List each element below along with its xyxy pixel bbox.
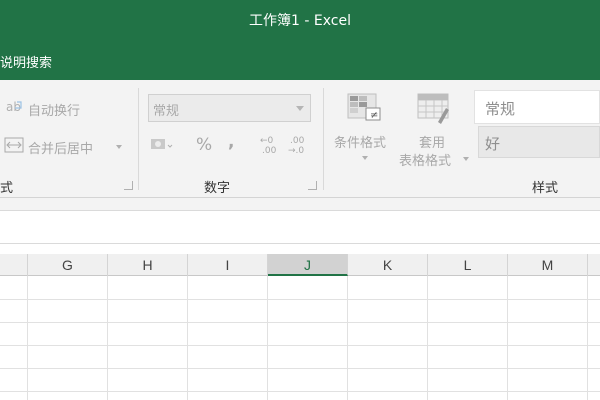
accounting-format-icon[interactable]: [150, 136, 174, 154]
increase-decimal-button[interactable]: ←0 .00: [260, 136, 284, 158]
column-header-l[interactable]: L: [428, 254, 508, 276]
alignment-group-label: 式: [0, 181, 14, 196]
style-good-label: 好: [485, 135, 501, 153]
style-normal-label: 常规: [485, 100, 516, 118]
format-as-table-line1[interactable]: 套用: [419, 132, 445, 151]
grid-row-line: [0, 322, 600, 323]
number-format-value: 常规: [153, 104, 180, 119]
grid-column-line: [27, 276, 28, 400]
group-divider: [323, 88, 324, 190]
column-header-blank[interactable]: [0, 254, 28, 276]
column-header-m[interactable]: M: [508, 254, 588, 276]
cell-grid[interactable]: [0, 276, 600, 400]
format-as-table-icon: [416, 92, 452, 126]
grid-column-line: [427, 276, 428, 400]
wrap-text-icon: ab: [5, 98, 23, 114]
style-good-cell[interactable]: 好: [478, 126, 600, 158]
chevron-down-icon: [296, 106, 304, 111]
decrease-decimal-top: .00: [290, 136, 305, 146]
conditional-formatting-button[interactable]: 条件格式: [334, 132, 386, 151]
conditional-formatting-icon: ≠: [346, 92, 382, 124]
grid-column-line: [267, 276, 268, 400]
increase-decimal-top: ←0: [260, 136, 274, 146]
alignment-launcher-icon[interactable]: [124, 181, 133, 190]
grid-column-line: [107, 276, 108, 400]
svg-text:≠: ≠: [370, 110, 378, 121]
grid-row-line: [0, 391, 600, 392]
decrease-decimal-bottom: →.0: [288, 146, 305, 156]
ribbon-gap: [0, 198, 600, 210]
column-header-row: GHIJKLM: [0, 254, 600, 276]
number-group-label: 数字: [204, 181, 231, 196]
chevron-down-icon: [362, 156, 368, 160]
window-title: 工作簿1 - Excel: [249, 13, 351, 29]
grid-row-line: [0, 345, 600, 346]
tell-me-search[interactable]: 说明搜索: [0, 52, 52, 71]
grid-row-line: [0, 368, 600, 369]
grid-row-line: [0, 299, 600, 300]
merge-center-icon: [4, 137, 24, 153]
column-header-h[interactable]: H: [108, 254, 188, 276]
tell-me-bar: 说明搜索: [0, 44, 600, 80]
ribbon: ab 自动换行 合并后居中 式 常规 % , ←0 .00 .00 →.0 数字…: [0, 80, 600, 198]
grid-column-line: [507, 276, 508, 400]
wrap-text-button[interactable]: 自动换行: [28, 100, 80, 119]
column-header-i[interactable]: I: [188, 254, 268, 276]
format-as-table-line2[interactable]: 表格格式: [399, 150, 451, 169]
chevron-down-icon: [463, 157, 469, 161]
comma-style-button[interactable]: ,: [228, 132, 234, 152]
column-header-j[interactable]: J: [268, 254, 348, 276]
merge-center-button[interactable]: 合并后居中: [28, 138, 93, 157]
style-normal-cell[interactable]: 常规: [474, 90, 600, 124]
grid-column-line: [587, 276, 588, 400]
decrease-decimal-button[interactable]: .00 →.0: [288, 136, 312, 158]
styles-group-label: 样式: [532, 181, 559, 196]
column-header-k[interactable]: K: [348, 254, 428, 276]
title-bar: 工作簿1 - Excel: [0, 0, 600, 44]
merge-dropdown-icon[interactable]: [116, 145, 122, 149]
increase-decimal-bottom: .00: [262, 146, 277, 156]
percent-style-button[interactable]: %: [196, 135, 212, 155]
column-header-g[interactable]: G: [28, 254, 108, 276]
number-launcher-icon[interactable]: [308, 181, 317, 190]
grid-column-line: [347, 276, 348, 400]
group-divider: [138, 88, 139, 190]
number-format-dropdown[interactable]: 常规: [148, 94, 311, 122]
grid-column-line: [187, 276, 188, 400]
formula-bar[interactable]: [0, 210, 600, 244]
